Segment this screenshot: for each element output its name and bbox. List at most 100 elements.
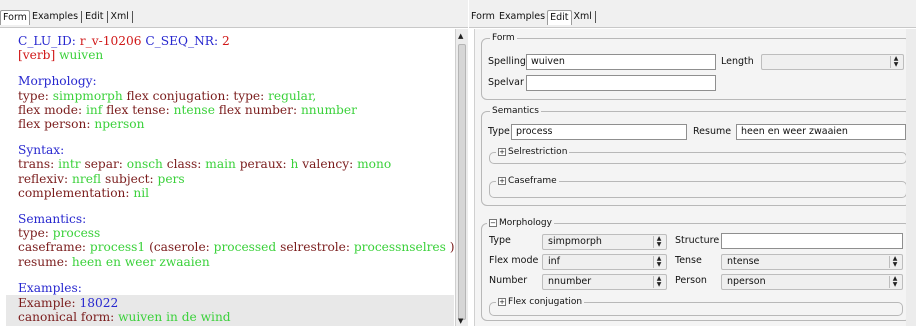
id-value: r_v-10206 [79,34,142,48]
id-label: C_LU_ID: [18,34,76,48]
scroll-down-icon[interactable]: ▼ [458,317,463,325]
left-tab-edit[interactable]: Edit [83,10,105,24]
right-tab-form[interactable]: Form [469,10,497,24]
morphology-line-2: flex mode: inf flex tense: ntense flex n… [18,103,448,117]
left-tab-bar: Form Examples Edit Xml [0,0,468,28]
morph-type-field-label: Type [489,235,511,246]
expand-plus-icon[interactable]: + [498,148,506,156]
morph-type-label: type: [18,88,49,103]
subject-value: pers [157,171,185,186]
tab-separator [106,11,108,23]
caserole-value: processed [213,240,277,255]
example-item[interactable]: Example: 18022 canonical form: wuiven in… [6,295,454,326]
class-label: class: [166,157,202,172]
spelvar-field[interactable] [526,75,716,91]
morph-type-value: simpmorph [52,88,123,103]
example-number-line: Example: 18022 [18,296,231,310]
syntax-line-1: trans: intr separ: onsch class: main per… [18,157,448,171]
left-tab-form[interactable]: Form [0,9,30,25]
right-tab-examples[interactable]: Examples [497,10,547,24]
number-select-value: nnumber [548,276,592,287]
right-tab-edit[interactable]: Edit [547,9,572,25]
semantics-heading: Semantics: [18,212,87,227]
flex-conjugation-label: Flex conjugation [508,297,583,307]
caseframe-title: + Caseframe [496,175,559,187]
tab-separator [594,11,596,23]
flexperson-value: nperson [94,117,145,132]
semantics-line-2: caseframe: process1 (caserole: processed… [18,240,454,255]
spinner-icon: ▲ ▼ [889,256,900,268]
subject-label: subject: [104,171,154,186]
example-text: Example: 18022 canonical form: wuiven in… [18,296,231,324]
morphology-group: − Morphology Type simpmorph ▲ ▼ Structure… [481,217,911,321]
scrollbar-thumb[interactable] [458,44,466,320]
form-group: Form Spelling wuiven Length ▲ ▼ Spelvar [481,32,911,100]
spinner-icon: ▲ ▼ [653,276,664,288]
trans-value: intr [58,157,81,172]
selrestriction-expander[interactable]: + Selrestriction [489,146,907,164]
expand-plus-icon[interactable]: + [498,298,506,306]
flexnumber-value: nnumber [300,102,357,117]
spelling-field[interactable]: wuiven [526,54,716,70]
spelling-label: Spelling [488,56,526,67]
right-tabs: Form Examples Edit Xml [469,9,597,25]
selrestriction-label: Selrestriction [508,147,568,157]
syntax-heading: Syntax: [18,143,65,158]
form-view: C_LU_ID: r_v-10206 C_SEQ_NR: 2 [verb] wu… [6,29,454,326]
tense-select[interactable]: ntense ▲ ▼ [721,254,903,270]
right-scrollbar[interactable] [906,29,916,326]
left-tabs: Form Examples Edit Xml [0,9,134,25]
flexnumber-label: flex number: [218,102,298,117]
resume-label: resume: [18,254,69,269]
length-select[interactable]: ▲ ▼ [761,54,904,70]
tab-separator [131,11,133,23]
structure-field[interactable] [721,233,903,249]
selrestriction-title: + Selrestriction [496,146,570,158]
left-tab-examples[interactable]: Examples [30,10,80,24]
caseframe-label: caseframe: [18,240,87,255]
semantics-group: Semantics Type process Resume heen en we… [481,105,911,206]
sem-type-label: type: [18,226,49,241]
right-tab-xml[interactable]: Xml [572,10,594,24]
entry-lemma-line: [verb] wuiven [18,48,448,62]
length-label: Length [721,56,754,67]
number-select[interactable]: nnumber ▲ ▼ [542,274,667,290]
person-label: Person [675,275,707,286]
left-tab-xml[interactable]: Xml [109,10,131,24]
flexmode-select[interactable]: inf ▲ ▼ [542,254,667,270]
right-tab-bar: Form Examples Edit Xml [469,0,916,28]
sem-type-value: process [52,226,101,241]
pos-tag: [verb] [18,48,56,63]
entry-display: C_LU_ID: r_v-10206 C_SEQ_NR: 2 [verb] wu… [18,34,454,295]
caserole-label: (caserole: [149,240,210,255]
person-select[interactable]: nperson ▲ ▼ [721,274,903,290]
left-scrollbar[interactable]: ▲ ▼ [455,29,468,326]
resume-field[interactable]: heen en weer zwaaien [736,124,906,140]
canonical-label: canonical form: [18,310,115,325]
flextense-value: ntense [173,102,215,117]
person-select-value: nperson [727,276,766,287]
example-value: 18022 [79,296,119,310]
spelvar-label: Spelvar [488,77,524,88]
spinner-icon: ▲ ▼ [653,256,664,268]
sem-type-field[interactable]: process [511,124,687,140]
morph-type-select[interactable]: simpmorph ▲ ▼ [542,234,667,250]
flex-conjugation-title: + Flex conjugation [496,296,585,308]
caseframe-expander[interactable]: + Caseframe [489,175,907,198]
seq-label: C_SEQ_NR: [145,34,219,48]
complementation-label: complementation: [18,185,130,200]
canonical-value: wuiven in de wind [118,310,231,325]
collapse-minus-icon[interactable]: − [489,219,497,227]
expand-plus-icon[interactable]: + [498,177,506,185]
examples-heading: Examples: [18,280,82,295]
valency-value: mono [357,157,392,172]
structure-label: Structure [675,235,720,246]
scroll-up-icon[interactable]: ▲ [458,32,463,40]
spinner-icon: ▲ ▼ [890,56,901,68]
resume-value: heen en weer zwaaien [71,254,210,269]
number-field-label: Number [489,275,528,286]
flexperson-label: flex person: [18,117,91,132]
flexmode-select-value: inf [548,256,561,267]
complementation-value: nil [133,185,150,200]
flex-conjugation-expander[interactable]: + Flex conjugation [489,296,903,316]
